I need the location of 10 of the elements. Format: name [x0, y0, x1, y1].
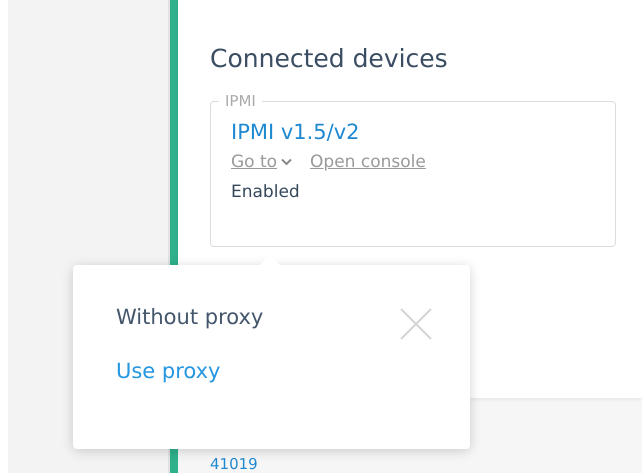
chevron-down-icon	[281, 158, 292, 166]
device-link[interactable]: IPMI v1.5/v2	[231, 120, 615, 144]
close-icon[interactable]	[400, 308, 432, 340]
proxy-option[interactable]: Use proxy	[116, 359, 470, 383]
console-link[interactable]: Open console	[310, 152, 426, 172]
section-title: Connected devices	[210, 44, 449, 73]
device-number: 41019	[210, 455, 258, 473]
proxy-option[interactable]: Without proxy	[116, 305, 470, 329]
device-status: Enabled	[231, 182, 301, 202]
goto-link[interactable]: Go to	[231, 152, 278, 172]
